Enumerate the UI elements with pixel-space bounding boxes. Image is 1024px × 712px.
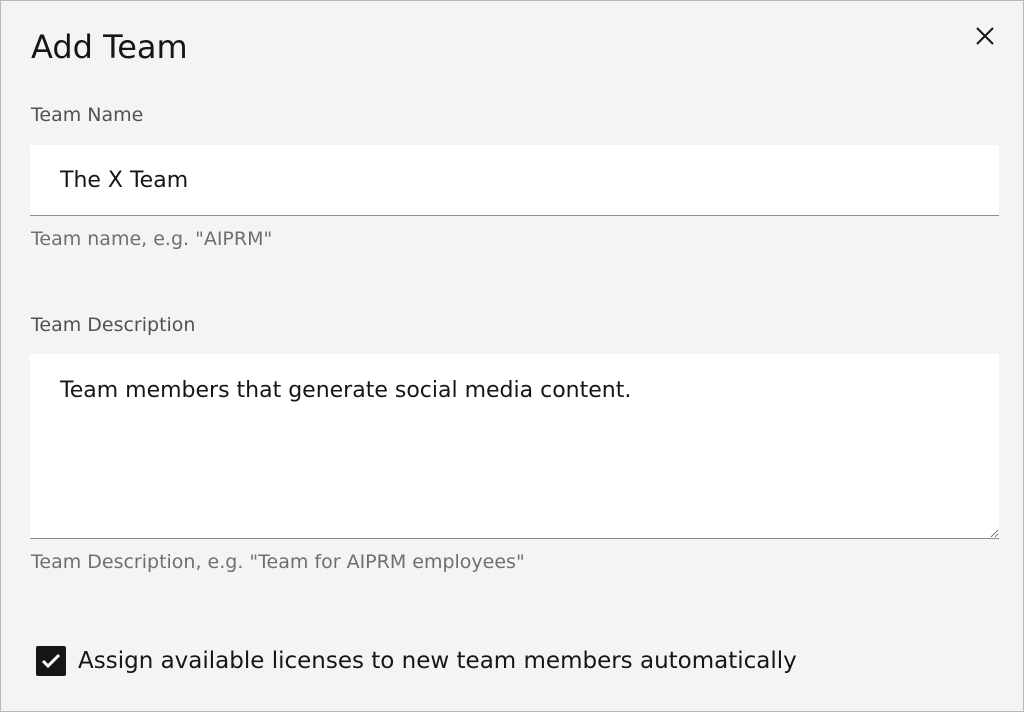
auto-assign-licenses-option[interactable]: Assign available licenses to new team me… xyxy=(36,646,797,676)
checkmark-icon xyxy=(41,653,61,669)
dialog-title: Add Team xyxy=(31,28,188,66)
auto-assign-label[interactable]: Assign available licenses to new team me… xyxy=(78,646,797,676)
team-name-input[interactable] xyxy=(30,145,999,216)
add-team-dialog: Add Team Team Name Team name, e.g. "AIPR… xyxy=(0,0,1024,712)
close-icon xyxy=(976,27,994,45)
team-description-helper: Team Description, e.g. "Team for AIPRM e… xyxy=(31,551,525,573)
auto-assign-checkbox[interactable] xyxy=(36,646,66,676)
team-description-label: Team Description xyxy=(31,314,196,336)
team-name-label: Team Name xyxy=(31,104,144,126)
team-description-textarea[interactable]: Team members that generate social media … xyxy=(30,354,999,539)
close-button[interactable] xyxy=(967,18,1003,54)
team-name-helper: Team name, e.g. "AIPRM" xyxy=(31,228,273,250)
